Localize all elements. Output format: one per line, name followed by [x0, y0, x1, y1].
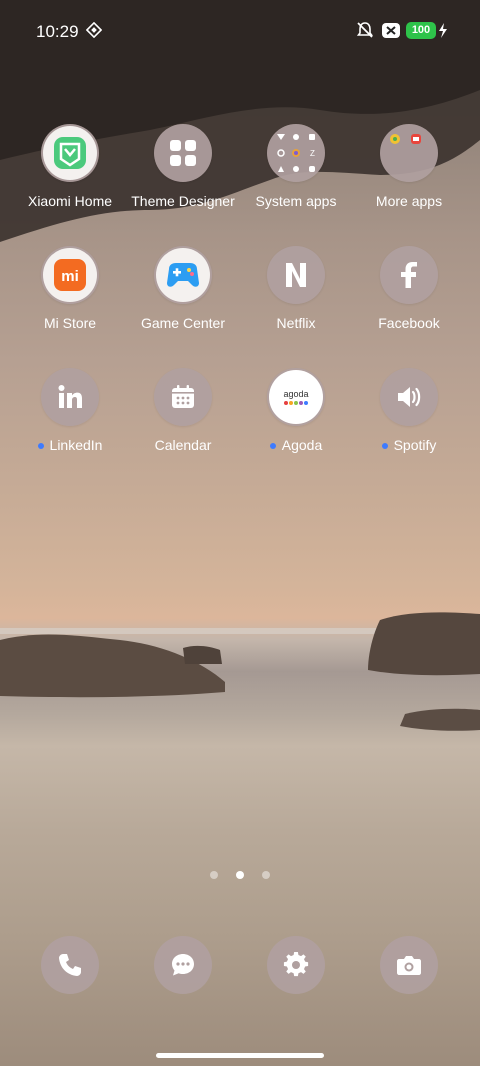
app-label: Xiaomi Home: [27, 193, 113, 209]
page-dot[interactable]: [262, 871, 271, 879]
dock-camera[interactable]: [380, 936, 438, 994]
page-dot-active[interactable]: [236, 871, 244, 879]
system-apps-folder-icon: Z: [277, 134, 315, 172]
theme-designer-icon: [170, 140, 196, 166]
calendar-icon: [172, 385, 194, 408]
settings-icon: [283, 952, 309, 977]
app-mi-store[interactable]: mi Mi Store: [14, 246, 126, 331]
notification-app-icon: [86, 22, 102, 38]
charging-icon: [439, 23, 447, 38]
new-badge: [381, 443, 388, 450]
more-apps-folder-icon: [390, 134, 421, 144]
dock-settings[interactable]: [267, 936, 325, 994]
xiaomi-home-icon: [43, 126, 97, 180]
agoda-icon: agoda: [269, 370, 323, 424]
app-xiaomi-home[interactable]: Xiaomi Home: [14, 124, 126, 209]
app-label: Spotify: [353, 437, 465, 453]
app-spotify[interactable]: Spotify: [353, 368, 465, 453]
phone-icon: [59, 954, 81, 976]
app-label: Netflix: [276, 315, 316, 331]
folder-system-apps[interactable]: Z System apps: [240, 124, 352, 209]
sim-off-icon: [382, 23, 400, 38]
app-theme-designer[interactable]: Theme Designer: [127, 124, 239, 209]
app-game-center[interactable]: Game Center: [127, 246, 239, 331]
game-center-icon: [156, 248, 210, 302]
home-gesture-bar[interactable]: [156, 1053, 324, 1058]
netflix-icon: [286, 263, 306, 287]
page-indicator[interactable]: [0, 866, 480, 884]
app-facebook[interactable]: Facebook: [353, 246, 465, 331]
mi-store-logo: mi: [61, 268, 79, 285]
app-linkedin[interactable]: LinkedIn: [14, 368, 126, 453]
status-bar: 10:29 100: [0, 0, 480, 62]
camera-icon: [397, 956, 421, 975]
app-label: Agoda: [240, 437, 352, 453]
status-time: 10:29: [36, 22, 79, 41]
app-label: Facebook: [378, 315, 440, 331]
battery-indicator: 100: [406, 22, 436, 39]
new-badge: [269, 443, 276, 450]
app-agoda[interactable]: agoda Agoda: [240, 368, 352, 453]
bell-muted-icon: [356, 22, 374, 38]
app-label: Mi Store: [43, 315, 97, 331]
dock-phone[interactable]: [41, 936, 99, 994]
app-label: Calendar: [154, 437, 212, 453]
page-dot[interactable]: [209, 871, 218, 879]
app-calendar[interactable]: Calendar: [127, 368, 239, 453]
app-label: More apps: [375, 193, 443, 209]
app-label: Game Center: [140, 315, 226, 331]
beach-rocks: [0, 612, 480, 731]
dock-messages[interactable]: [154, 936, 212, 994]
messages-icon: [172, 954, 194, 976]
folder-more-apps[interactable]: More apps: [353, 124, 465, 209]
app-label: Theme Designer: [131, 193, 235, 209]
new-badge: [37, 443, 44, 450]
app-label: LinkedIn: [14, 437, 126, 453]
app-netflix[interactable]: Netflix: [240, 246, 352, 331]
dock: [0, 936, 480, 996]
agoda-logo: agoda: [283, 389, 308, 399]
svg-text:Z: Z: [310, 149, 315, 158]
linkedin-icon: [58, 385, 82, 408]
mi-store-icon: mi: [43, 248, 97, 302]
app-label: System apps: [255, 193, 337, 209]
spotify-icon: [398, 387, 421, 407]
facebook-icon: [401, 262, 417, 288]
